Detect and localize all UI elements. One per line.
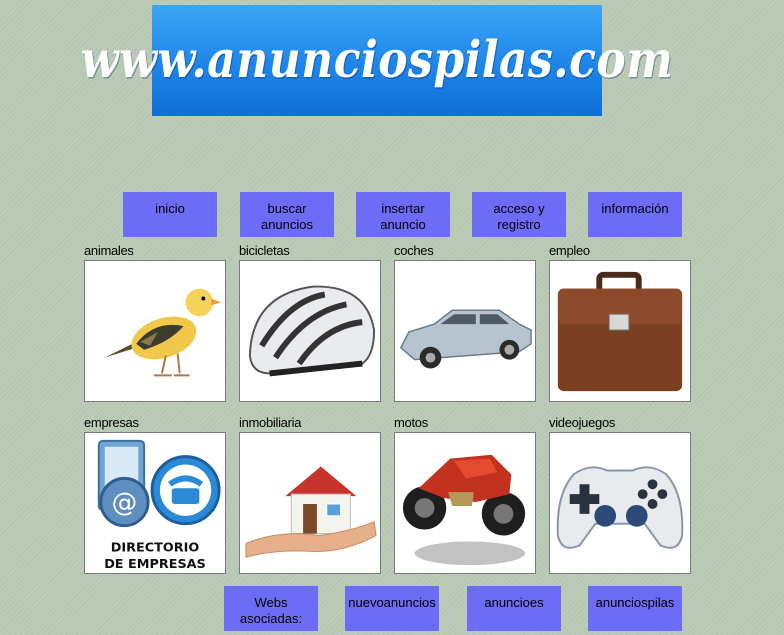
nav-buscar-label-line1: buscar [267,201,307,216]
directory-image-text-line1: DIRECTORIO [111,540,200,555]
category-label-motos[interactable]: motos [394,416,428,430]
nav-insertar-anuncio-button[interactable]: insertar anuncio [356,192,450,237]
category-tile-animales[interactable] [84,260,226,402]
anunciospilas-link-button[interactable]: anunciospilas [588,586,682,631]
category-label-inmobiliaria[interactable]: inmobiliaria [239,416,301,430]
anuncioes-label: anuncioes [484,595,544,610]
nav-insertar-label-line1: insertar [381,201,425,216]
nav-acceso-registro-button[interactable]: acceso y registro [472,192,566,237]
bird-icon [104,288,222,377]
nav-acceso-label-line1: acceso y [493,201,545,216]
category-tile-empresas[interactable]: @ DIRECTORIO DE EMPRESAS [84,432,226,574]
directory-icon: @ DIRECTORIO DE EMPRESAS [97,439,221,572]
category-tile-videojuegos[interactable] [549,432,691,574]
category-tile-motos[interactable] [394,432,536,574]
nav-acceso-label-line2: registro [497,217,541,232]
motorcycle-icon [402,454,526,566]
nav-buscar-anuncios-button[interactable]: buscar anuncios [240,192,334,237]
category-label-videojuegos[interactable]: videojuegos [549,416,615,430]
category-tile-bicicletas[interactable] [239,260,381,402]
webs-asociadas-line2: asociadas: [239,611,303,626]
site-logo-text: www.anunciospilas.com [80,31,674,90]
nav-inicio-button[interactable]: inicio [123,192,217,237]
car-icon [399,309,532,369]
webs-asociadas-button[interactable]: Webs asociadas: [224,586,318,631]
site-logo-banner: www.anunciospilas.com [81,5,673,116]
category-tile-empleo[interactable] [549,260,691,402]
anuncioes-link-button[interactable]: anuncioes [467,586,561,631]
webs-asociadas-line1: Webs [254,595,288,610]
nav-informacion-button[interactable]: información [588,192,682,237]
nav-inicio-label: inicio [155,201,185,216]
anunciospilas-label: anunciospilas [595,595,675,610]
category-tile-inmobiliaria[interactable] [239,432,381,574]
nav-buscar-label-line2: anuncios [260,217,314,232]
category-label-empleo[interactable]: empleo [549,244,590,258]
category-label-coches[interactable]: coches [394,244,434,258]
nuevoanuncios-link-button[interactable]: nuevoanuncios [345,586,439,631]
category-label-animales[interactable]: animales [84,244,134,258]
helmet-icon [248,285,376,377]
category-tile-coches[interactable] [394,260,536,402]
gamepad-icon [556,466,684,549]
house-in-hand-icon [245,466,377,558]
nav-informacion-label: información [601,201,669,216]
category-label-bicicletas[interactable]: bicicletas [239,244,290,258]
directory-image-text-line2: DE EMPRESAS [104,557,206,572]
nuevoanuncios-label: nuevoanuncios [348,595,436,610]
nav-insertar-label-line2: anuncio [380,217,426,232]
svg-text:@: @ [112,488,138,518]
category-label-empresas[interactable]: empresas [84,416,139,430]
briefcase-icon [557,271,683,392]
